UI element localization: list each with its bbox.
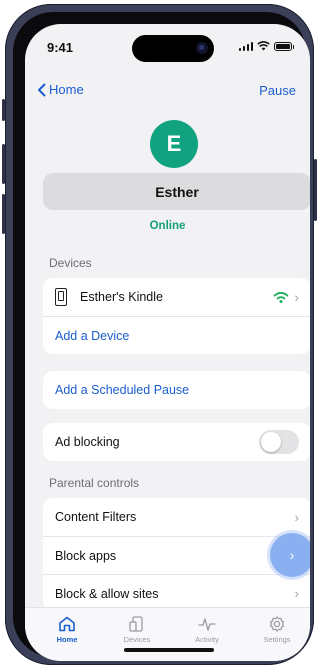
back-button[interactable]: Home: [37, 82, 84, 97]
activity-icon: [198, 618, 216, 631]
phone-frame: 9:41 Home Pause E Esther Online Devices …: [2, 4, 317, 665]
battery-icon: [274, 41, 294, 51]
home-indicator[interactable]: [124, 648, 214, 652]
chevron-right-icon: ›: [294, 289, 299, 305]
signal-icon: [238, 41, 253, 51]
home-icon: [59, 616, 75, 632]
tab-bar: Home Devices Activity Settings: [25, 607, 310, 661]
scheduled-pause-card: Add a Scheduled Pause: [43, 371, 310, 409]
app-screen: 9:41 Home Pause E Esther Online Devices …: [25, 24, 310, 661]
tab-home-label: Home: [56, 635, 78, 644]
tab-home[interactable]: Home: [37, 616, 97, 644]
pause-button[interactable]: Pause: [259, 83, 296, 98]
parental-controls-section-title: Parental controls: [49, 476, 140, 490]
camera-icon: [196, 42, 208, 54]
dynamic-island: [132, 35, 214, 62]
nav-bar: Home Pause: [25, 80, 310, 104]
tab-activity-label: Activity: [195, 635, 219, 644]
block-apps-label: Block apps: [55, 548, 117, 563]
back-label: Home: [49, 82, 84, 97]
content-filters-row[interactable]: Content Filters ›: [43, 498, 310, 536]
tab-settings-label: Settings: [263, 635, 291, 644]
silent-switch: [2, 99, 5, 121]
add-scheduled-pause-row[interactable]: Add a Scheduled Pause: [43, 371, 310, 409]
content-filters-label: Content Filters: [55, 510, 137, 524]
chevron-left-icon: [38, 83, 46, 96]
devices-section-title: Devices: [49, 256, 92, 270]
avatar: E: [150, 120, 198, 168]
status-badge: Online: [149, 220, 186, 232]
power-button: [314, 159, 317, 221]
add-device-link[interactable]: Add a Device: [55, 329, 129, 343]
status-bar: 9:41: [25, 24, 310, 68]
tablet-icon: [55, 288, 67, 306]
chevron-right-icon: ›: [294, 586, 299, 601]
devices-card: Esther's Kindle › Add a Device: [43, 278, 310, 354]
ad-blocking-row: Ad blocking: [43, 423, 310, 461]
status-time: 9:41: [47, 40, 74, 55]
tab-activity[interactable]: Activity: [177, 616, 237, 644]
ad-blocking-label: Ad blocking: [55, 435, 120, 449]
touch-indicator[interactable]: ›: [270, 533, 310, 577]
device-name: Esther's Kindle: [80, 290, 163, 304]
tab-devices[interactable]: Devices: [107, 616, 167, 644]
chevron-right-icon: ›: [294, 509, 299, 525]
volume-down-button: [2, 194, 5, 234]
add-scheduled-pause-link[interactable]: Add a Scheduled Pause: [55, 383, 189, 397]
block-allow-sites-label: Block & allow sites: [55, 586, 159, 601]
device-row[interactable]: Esther's Kindle ›: [43, 278, 310, 316]
wifi-status-icon: [257, 41, 270, 51]
tab-settings[interactable]: Settings: [247, 616, 307, 644]
profile-name[interactable]: Esther: [43, 173, 310, 210]
settings-icon: [269, 616, 285, 632]
devices-icon: [129, 616, 143, 632]
system-icons: [238, 41, 294, 51]
wifi-icon: [273, 292, 288, 303]
volume-up-button: [2, 144, 5, 184]
add-device-row[interactable]: Add a Device: [43, 316, 310, 354]
ad-blocking-card: Ad blocking: [43, 423, 310, 461]
phone-bezel: 9:41 Home Pause E Esther Online Devices …: [13, 12, 310, 661]
ad-blocking-toggle[interactable]: [259, 430, 299, 454]
tab-devices-label: Devices: [123, 635, 151, 644]
chevron-right-icon: ›: [289, 547, 295, 563]
